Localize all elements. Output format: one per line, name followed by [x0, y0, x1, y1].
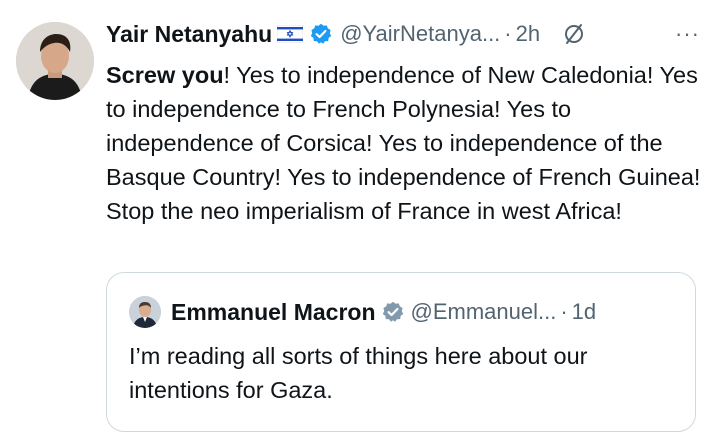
quoted-author-avatar[interactable] — [129, 296, 161, 328]
quoted-author-handle[interactable]: @Emmanuel... — [411, 299, 557, 325]
quoted-tweet-text: I’m reading all sorts of things here abo… — [129, 343, 588, 403]
quoted-timestamp[interactable]: 1d — [572, 299, 596, 325]
separator-dot: · — [504, 21, 512, 46]
tweet-text: Screw you! Yes to independence of New Ca… — [106, 58, 702, 228]
quoted-verified-badge-icon[interactable] — [382, 301, 404, 323]
tweet-header: Yair Netanyahu @YairNetanya... · 2h ··· — [106, 12, 706, 56]
quoted-author-name[interactable]: Emmanuel Macron — [171, 299, 376, 326]
author-avatar[interactable] — [16, 22, 94, 100]
verified-badge-icon[interactable] — [310, 23, 332, 45]
quoted-tweet-header: Emmanuel Macron @Emmanuel... · 1d — [129, 295, 596, 329]
israel-flag-icon — [277, 25, 304, 43]
quoted-separator-dot: · — [560, 299, 568, 324]
author-name[interactable]: Yair Netanyahu — [106, 21, 272, 48]
author-handle[interactable]: @YairNetanya... — [340, 21, 500, 47]
tweet-text-bold: Screw you — [106, 62, 224, 88]
grok-icon[interactable] — [562, 22, 586, 46]
more-options-icon[interactable]: ··· — [675, 21, 700, 47]
quoted-tweet-card[interactable]: Emmanuel Macron @Emmanuel... · 1d I’m re… — [106, 272, 696, 432]
tweet-timestamp[interactable]: 2h — [516, 21, 540, 47]
